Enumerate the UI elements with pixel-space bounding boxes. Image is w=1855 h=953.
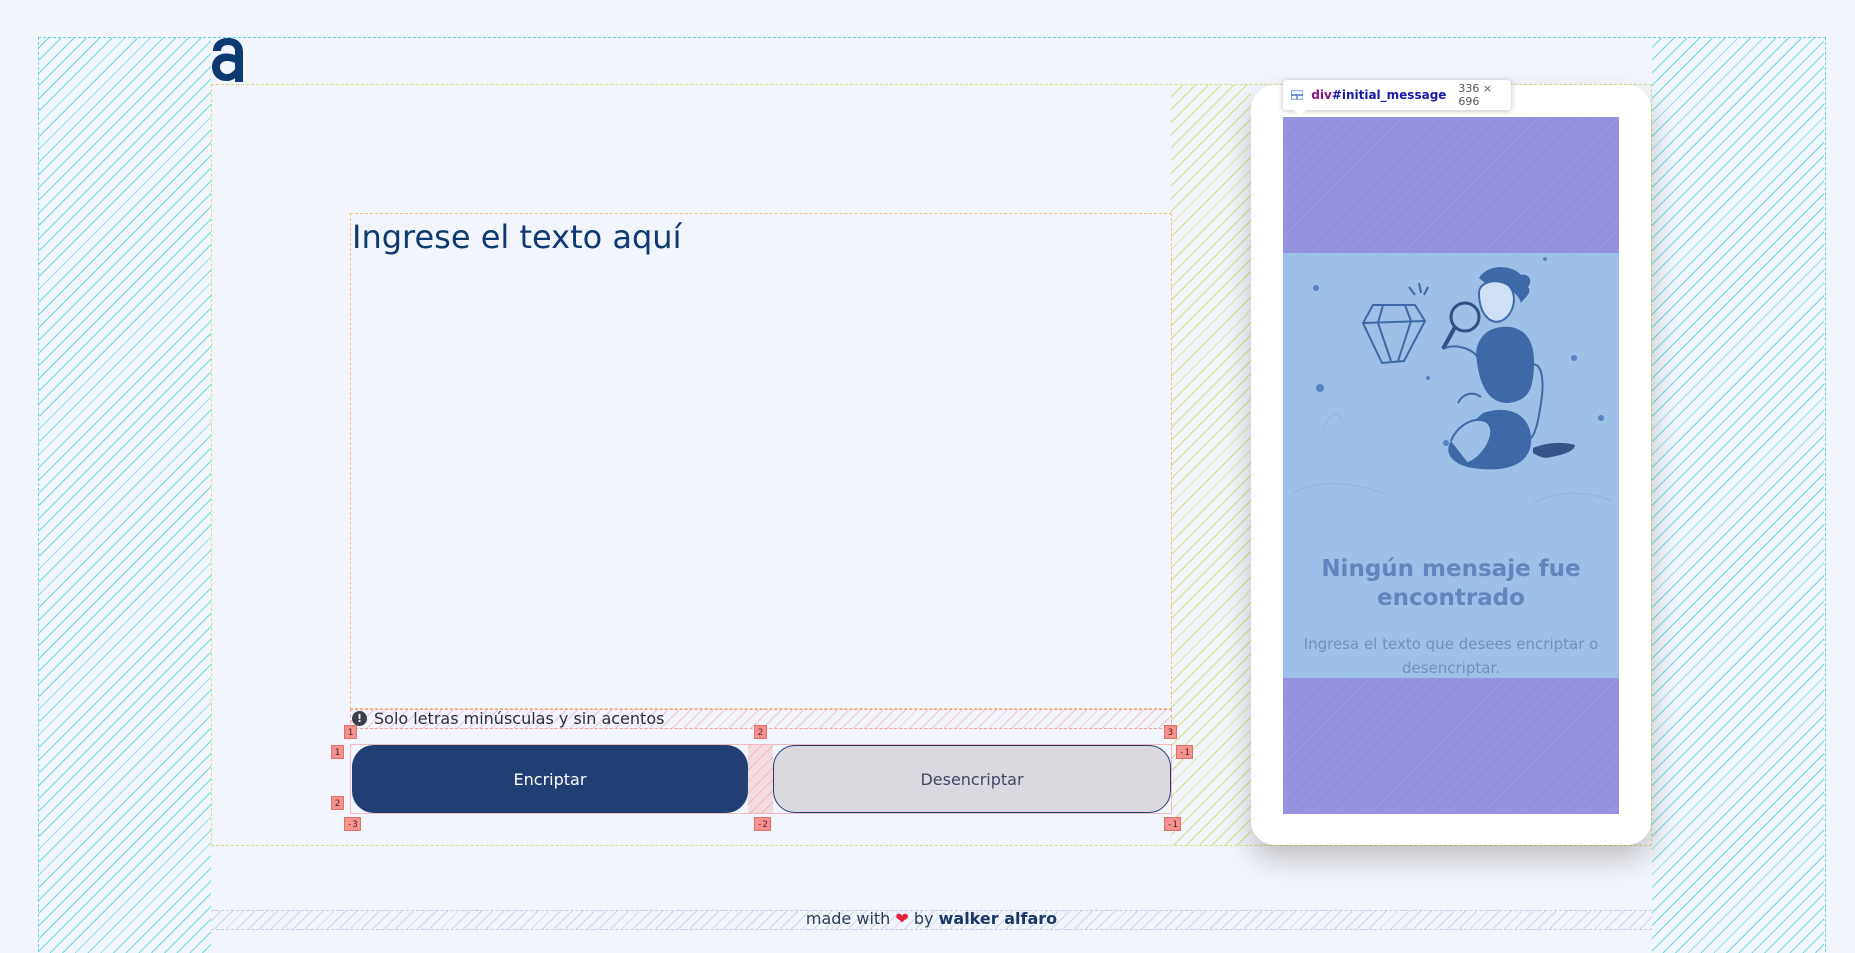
spacing-marker: -2 [754, 817, 771, 831]
card-padding-bottom-overlay [1283, 678, 1619, 814]
grid-gap-overlay [1171, 85, 1251, 845]
spacing-marker: -3 [344, 817, 361, 831]
tooltip-size: 336 × 696 [1458, 82, 1493, 108]
heart-icon: ❤ [895, 909, 909, 928]
tooltip-selector: div#initial_message [1311, 88, 1446, 102]
spacing-marker: -1 [1164, 817, 1181, 831]
spacing-marker: 1 [331, 745, 344, 759]
spacing-marker: 3 [1164, 725, 1177, 739]
decrypt-button[interactable]: Desencriptar [773, 745, 1171, 813]
spacing-marker: 2 [331, 796, 344, 810]
devtools-element-tooltip: div#initial_message 336 × 696 [1283, 80, 1511, 110]
spacing-marker: -1 [1176, 745, 1193, 759]
logo-icon [212, 38, 243, 82]
encrypt-button[interactable]: Encriptar [352, 745, 748, 813]
empty-state-title: Ningún mensaje fue encontrado [1321, 556, 1581, 611]
footer-prefix: made with [805, 909, 891, 928]
tooltip-arrow [1293, 109, 1307, 116]
tooltip-tag: div [1311, 88, 1332, 102]
left-padding-overlay [39, 38, 211, 953]
exclamation-circle-icon: ! [352, 711, 367, 726]
card-padding-top-overlay [1283, 117, 1619, 253]
alura-logo[interactable] [211, 36, 245, 86]
footer: made with ❤ by walker alfaro [211, 908, 1652, 930]
tooltip-id: #initial_message [1331, 88, 1447, 102]
spacing-marker: 1 [344, 725, 357, 739]
author-link[interactable]: walker alfaro [939, 909, 1058, 928]
spacing-marker: 2 [754, 725, 767, 739]
layout-grid-icon [1291, 90, 1304, 100]
hint-text: Solo letras minúsculas y sin acentos [374, 709, 665, 728]
empty-state-subtitle: Ingresa el texto que desees encriptar o … [1303, 635, 1599, 677]
text-editor-container [350, 213, 1172, 709]
right-padding-overlay [1652, 38, 1824, 953]
detective-illustration [1283, 253, 1619, 533]
footer-by: by [913, 909, 934, 928]
text-input[interactable] [351, 214, 1171, 708]
buttons-gap-overlay [748, 744, 773, 814]
